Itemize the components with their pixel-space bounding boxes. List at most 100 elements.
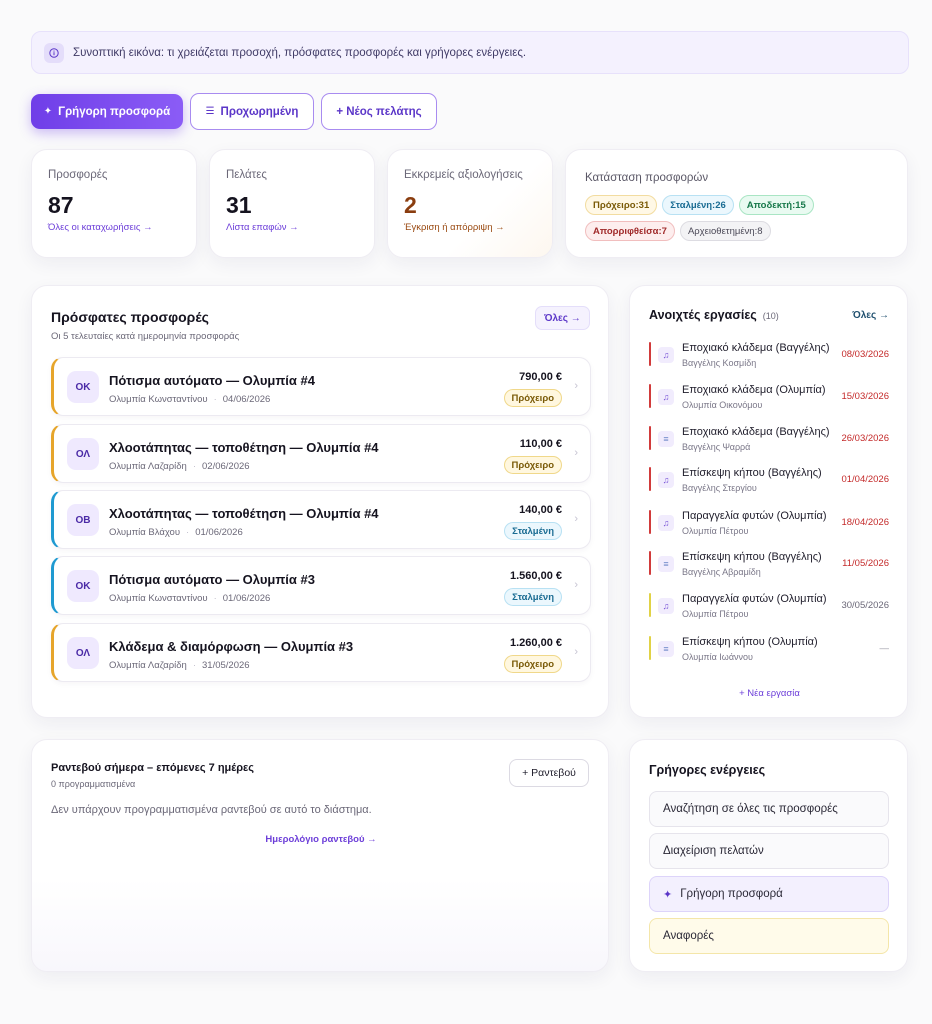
task-row[interactable]: ≡ Επίσκεψη κήπου (Ολυμπία) Ολυμπία Ιωάνν…: [649, 636, 889, 678]
status-chip-sent[interactable]: Σταλμένη:26: [662, 195, 734, 215]
banner-text: Συνοπτική εικόνα: τι χρειάζεται προσοχή,…: [73, 46, 527, 59]
task-row[interactable]: ♫ Εποχιακό κλάδεμα (Βαγγέλης) Βαγγέλης Κ…: [649, 342, 889, 384]
stat-card-clients: Πελάτες 31 Λίστα επαφών →: [209, 149, 375, 258]
task-date: 01/04/2026: [841, 474, 889, 485]
offer-meta: Ολυμπία Βλάχου · 01/06/2026: [109, 527, 243, 538]
sparkle-icon: ✦: [663, 888, 673, 901]
offer-row[interactable]: ΟΚ Πότισμα αυτόματο — Ολυμπία #4 Ολυμπία…: [51, 357, 591, 416]
advanced-offer-button[interactable]: ☰ Προχωρημένη: [190, 93, 314, 130]
all-entries-link[interactable]: Όλες οι καταχωρήσεις →: [48, 222, 153, 233]
offer-row[interactable]: ΟΛ Χλοοτάπητας — τοποθέτηση — Ολυμπία #4…: [51, 424, 591, 483]
add-appointment-button[interactable]: + Ραντεβού: [509, 759, 589, 787]
recent-offers-title: Πρόσφατες προσφορές: [51, 309, 209, 325]
list-icon: ☰: [205, 106, 215, 117]
stat-card-pending: Εκκρεμείς αξιολογήσεις 2 Έγκριση ή απόρρ…: [387, 149, 553, 258]
stat-label: Πελάτες: [226, 169, 267, 181]
status-card: Κατάσταση προσφορών Πρόχειρο:31 Σταλμένη…: [565, 149, 908, 258]
task-row[interactable]: ♫ Παραγγελία φυτών (Ολυμπία) Ολυμπία Πέτ…: [649, 510, 889, 552]
new-client-button[interactable]: + Νέος πελάτης: [321, 93, 437, 130]
task-date: 11/05/2026: [842, 558, 889, 569]
status-badge: Πρόχειρο: [503, 456, 562, 474]
avatar: ΟΒ: [67, 504, 99, 536]
offer-title: Κλάδεμα & διαμόρφωση — Ολυμπία #3: [109, 639, 354, 654]
task-title: Επίσκεψη κήπου (Βαγγέλης): [682, 467, 822, 479]
task-title: Εποχιακό κλάδεμα (Ολυμπία): [682, 384, 826, 396]
status-title: Κατάσταση προσφορών: [585, 172, 709, 184]
offer-meta: Ολυμπία Κωνσταντίνου · 01/06/2026: [109, 593, 271, 604]
status-chip-archived[interactable]: Αρχειοθετημένη:8: [679, 221, 771, 241]
offer-row[interactable]: ΟΚ Πότισμα αυτόματο — Ολυμπία #3 Ολυμπία…: [51, 556, 591, 615]
offer-amount: 140,00 €: [519, 504, 562, 516]
status-chip-rejected[interactable]: Απορριφθείσα:7: [585, 221, 675, 241]
avatar: ΟΚ: [67, 570, 99, 602]
open-tasks-title: Ανοιχτές εργασίες: [649, 308, 757, 322]
stat-value: 87: [48, 192, 74, 218]
chevron-right-icon: ›: [574, 646, 578, 658]
overview-banner: Συνοπτική εικόνα: τι χρειάζεται προσοχή,…: [31, 31, 909, 74]
task-row[interactable]: ≡ Εποχιακό κλάδεμα (Βαγγέλης) Βαγγέλης Ψ…: [649, 426, 889, 468]
task-row[interactable]: ♫ Επίσκεψη κήπου (Βαγγέλης) Βαγγέλης Στε…: [649, 467, 889, 509]
status-chip-draft[interactable]: Πρόχειρο:31: [585, 195, 658, 215]
appointments-empty: Δεν υπάρχουν προγραμματισμένα ραντεβού σ…: [51, 804, 372, 816]
new-task-link[interactable]: + Νέα εργασία: [630, 688, 909, 699]
quick-offer-action-button[interactable]: ✦ Γρήγορη προσφορά: [649, 876, 889, 912]
bell-icon: ♫: [658, 347, 674, 363]
manage-clients-button[interactable]: Διαχείριση πελατών: [649, 833, 889, 869]
task-person: Ολυμπία Πέτρου: [682, 609, 749, 619]
offer-amount: 1.560,00 €: [510, 570, 562, 582]
offer-meta: Ολυμπία Κωνσταντίνου · 04/06/2026: [109, 394, 271, 405]
task-title: Παραγγελία φυτών (Ολυμπία): [682, 510, 827, 522]
task-row[interactable]: ≡ Επίσκεψη κήπου (Βαγγέλης) Βαγγέλης Αβρ…: [649, 551, 889, 593]
task-person: Ολυμπία Οικονόμου: [682, 400, 763, 410]
status-badge: Πρόχειρο: [503, 389, 562, 407]
all-offers-button[interactable]: Όλες →: [535, 306, 590, 330]
status-chips: Πρόχειρο:31 Σταλμένη:26 Αποδεκτή:15 Απορ…: [585, 195, 905, 241]
task-date: —: [879, 643, 890, 654]
open-tasks-header: Ανοιχτές εργασίες (10): [649, 308, 779, 322]
reports-button[interactable]: Αναφορές: [649, 918, 889, 954]
search-offers-button[interactable]: Αναζήτηση σε όλες τις προσφορές: [649, 791, 889, 827]
offer-amount: 1.260,00 €: [510, 637, 562, 649]
offer-row[interactable]: ΟΒ Χλοοτάπητας — τοποθέτηση — Ολυμπία #4…: [51, 490, 591, 549]
quick-actions-card: Γρήγορες ενέργειες Αναζήτηση σε όλες τις…: [629, 739, 908, 972]
quick-offer-button[interactable]: ✦ Γρήγορη προσφορά: [31, 94, 183, 129]
chevron-right-icon: ›: [574, 579, 578, 591]
appointments-card: Ραντεβού σήμερα – επόμενες 7 ημέρες 0 πρ…: [31, 739, 609, 972]
bell-icon: ♫: [658, 598, 674, 614]
task-person: Βαγγέλης Ψαρρά: [682, 442, 751, 452]
contact-list-link[interactable]: Λίστα επαφών →: [226, 222, 299, 233]
offer-title: Χλοοτάπητας — τοποθέτηση — Ολυμπία #4: [109, 440, 379, 455]
chevron-right-icon: ›: [574, 447, 578, 459]
all-tasks-link[interactable]: Όλες →: [852, 310, 889, 321]
task-person: Βαγγέλης Στεργίου: [682, 483, 757, 493]
calendar-link[interactable]: Ημερολόγιο ραντεβού →: [32, 834, 610, 845]
task-person: Ολυμπία Πέτρου: [682, 526, 749, 536]
offer-title: Χλοοτάπητας — τοποθέτηση — Ολυμπία #4: [109, 506, 379, 521]
stat-card-offers: Προσφορές 87 Όλες οι καταχωρήσεις →: [31, 149, 197, 258]
approve-reject-link[interactable]: Έγκριση ή απόρριψη →: [404, 222, 505, 233]
appointments-title: Ραντεβού σήμερα – επόμενες 7 ημέρες: [51, 762, 254, 774]
sparkle-icon: ✦: [43, 106, 53, 117]
stat-value: 2: [404, 192, 417, 218]
task-title: Εποχιακό κλάδεμα (Βαγγέλης): [682, 342, 830, 354]
status-chip-accepted[interactable]: Αποδεκτή:15: [738, 195, 814, 215]
avatar: ΟΛ: [67, 637, 99, 669]
task-person: Βαγγέλης Αβραμίδη: [682, 567, 761, 577]
list-icon: ≡: [658, 641, 674, 657]
offer-meta: Ολυμπία Λαζαρίδη · 02/06/2026: [109, 461, 250, 472]
offer-meta: Ολυμπία Λαζαρίδη · 31/05/2026: [109, 660, 250, 671]
status-badge: Σταλμένη: [504, 588, 562, 606]
offer-row[interactable]: ΟΛ Κλάδεμα & διαμόρφωση — Ολυμπία #3 Ολυ…: [51, 623, 591, 682]
task-title: Παραγγελία φυτών (Ολυμπία): [682, 593, 827, 605]
bell-icon: ♫: [658, 389, 674, 405]
task-date: 15/03/2026: [841, 391, 889, 402]
task-row[interactable]: ♫ Εποχιακό κλάδεμα (Ολυμπία) Ολυμπία Οικ…: [649, 384, 889, 426]
bell-icon: ♫: [658, 515, 674, 531]
info-icon: [44, 42, 64, 63]
task-title: Επίσκεψη κήπου (Ολυμπία): [682, 636, 818, 648]
task-person: Βαγγέλης Κοσμίδη: [682, 358, 757, 368]
offer-amount: 110,00 €: [519, 438, 562, 450]
task-row[interactable]: ♫ Παραγγελία φυτών (Ολυμπία) Ολυμπία Πέτ…: [649, 593, 889, 635]
task-date: 26/03/2026: [841, 433, 889, 444]
recent-offers-card: Πρόσφατες προσφορές Οι 5 τελευταίες κατά…: [31, 285, 609, 718]
